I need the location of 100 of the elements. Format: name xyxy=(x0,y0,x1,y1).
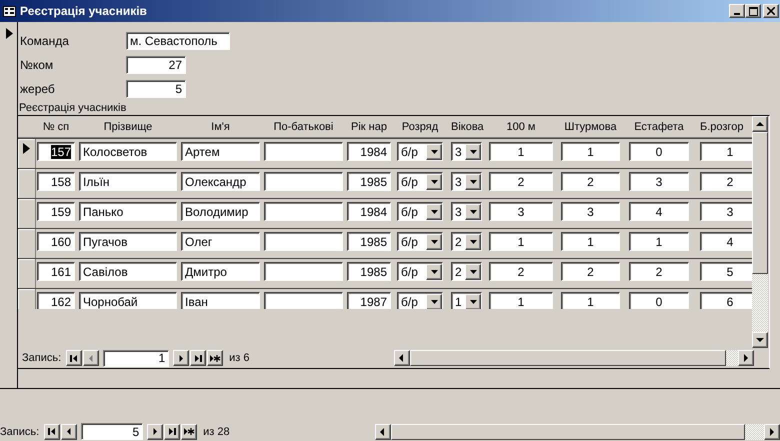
table-cell[interactable]: 160 xyxy=(37,232,75,251)
combo-box[interactable]: б/р xyxy=(397,172,443,191)
record-number-field[interactable]: 5 xyxy=(81,423,144,440)
table-cell[interactable]: 1984 xyxy=(347,142,391,161)
table-cell[interactable]: 159 xyxy=(37,202,75,221)
previous-record-button[interactable] xyxy=(61,424,78,440)
table-cell[interactable]: 4 xyxy=(629,202,689,221)
table-cell[interactable]: 161 xyxy=(37,262,75,281)
table-cell[interactable]: 1 xyxy=(700,142,752,161)
table-cell[interactable] xyxy=(264,262,343,281)
new-record-button[interactable] xyxy=(181,424,198,440)
scroll-up-button[interactable] xyxy=(752,116,768,132)
next-record-button[interactable] xyxy=(147,424,164,440)
table-cell[interactable]: Ільїн xyxy=(79,172,177,191)
combo-box[interactable]: б/р xyxy=(397,202,443,221)
scroll-down-button[interactable] xyxy=(752,332,768,348)
table-cell[interactable]: 2 xyxy=(561,172,620,191)
scroll-left-button[interactable] xyxy=(375,424,391,440)
combo-box[interactable]: 3 xyxy=(451,172,482,191)
table-cell[interactable]: 1 xyxy=(489,232,553,251)
table-cell[interactable]: 3 xyxy=(489,202,553,221)
table-cell[interactable]: Чорнобай xyxy=(79,292,177,309)
table-cell[interactable]: 158 xyxy=(37,172,75,191)
scroll-right-button[interactable] xyxy=(738,350,754,366)
text-field[interactable]: м. Севастополь xyxy=(126,32,230,50)
table-cell[interactable]: 5 xyxy=(700,262,752,281)
scroll-right-button[interactable] xyxy=(764,424,780,440)
table-cell[interactable] xyxy=(264,292,343,309)
table-cell[interactable]: 4 xyxy=(700,232,752,251)
table-cell[interactable]: 0 xyxy=(629,142,689,161)
table-cell[interactable]: Іван xyxy=(181,292,260,309)
scroll-left-button[interactable] xyxy=(394,350,410,366)
combo-box[interactable]: 1 xyxy=(451,292,482,309)
combo-box[interactable]: 3 xyxy=(451,202,482,221)
table-cell[interactable]: 2 xyxy=(700,172,752,191)
table-cell[interactable]: 3 xyxy=(629,172,689,191)
combo-box[interactable]: б/р xyxy=(397,142,443,161)
next-record-button[interactable] xyxy=(173,350,190,366)
table-cell[interactable]: Савілов xyxy=(79,262,177,281)
table-cell[interactable]: Олег xyxy=(181,232,260,251)
table-cell[interactable]: 1984 xyxy=(347,202,391,221)
text-field[interactable]: 27 xyxy=(126,56,186,74)
combo-box[interactable]: 2 xyxy=(451,262,482,281)
minimize-button[interactable] xyxy=(729,4,745,18)
table-cell[interactable]: 1 xyxy=(561,292,620,309)
scrollbar-thumb[interactable] xyxy=(391,424,745,440)
close-button[interactable] xyxy=(763,4,779,18)
table-cell[interactable] xyxy=(264,172,343,191)
table-cell[interactable]: 162 xyxy=(37,292,75,309)
row-selector[interactable] xyxy=(18,139,36,168)
table-cell[interactable]: 1987 xyxy=(347,292,391,309)
combo-box[interactable]: б/р xyxy=(397,292,443,309)
column-header: Ім'я xyxy=(210,120,231,132)
combo-box[interactable]: 3 xyxy=(451,142,482,161)
table-cell[interactable]: 1 xyxy=(561,142,620,161)
table-cell[interactable]: Артем xyxy=(181,142,260,161)
first-record-button[interactable] xyxy=(66,350,82,366)
table-cell[interactable]: 1 xyxy=(629,232,689,251)
table-cell[interactable]: 1 xyxy=(489,292,553,309)
table-cell[interactable]: Олександр xyxy=(181,172,260,191)
table-cell[interactable]: 2 xyxy=(489,172,553,191)
current-record-icon xyxy=(23,143,30,154)
table-cell[interactable]: 157 xyxy=(37,142,75,161)
column-header: Розряд xyxy=(400,120,440,132)
record-number-field[interactable]: 1 xyxy=(103,350,170,366)
table-cell[interactable] xyxy=(264,202,343,221)
column-header: Штурмова xyxy=(563,120,618,132)
table-cell[interactable]: Дмитро xyxy=(181,262,260,281)
left-arrow-icon xyxy=(399,354,405,362)
table-cell[interactable]: 3 xyxy=(700,202,752,221)
maximize-button[interactable] xyxy=(745,4,761,18)
table-cell[interactable]: 2 xyxy=(561,262,620,281)
table-cell[interactable]: 1985 xyxy=(347,172,391,191)
table-cell[interactable]: 2 xyxy=(489,262,553,281)
table-cell[interactable]: Колосветов xyxy=(79,142,177,161)
combo-box[interactable]: б/р xyxy=(397,232,443,251)
table-cell[interactable]: 1 xyxy=(561,232,620,251)
table-cell[interactable]: Панько xyxy=(79,202,177,221)
new-record-button[interactable] xyxy=(207,350,224,366)
current-record-icon xyxy=(6,28,14,39)
table-cell[interactable]: 3 xyxy=(561,202,620,221)
table-cell[interactable]: 1 xyxy=(489,142,553,161)
table-cell[interactable]: Пугачов xyxy=(79,232,177,251)
first-record-button[interactable] xyxy=(44,424,60,440)
scrollbar-thumb[interactable] xyxy=(752,132,768,274)
text-field[interactable]: 5 xyxy=(126,80,186,98)
table-cell[interactable]: 1985 xyxy=(347,262,391,281)
table-cell[interactable]: 2 xyxy=(629,262,689,281)
scrollbar-thumb[interactable] xyxy=(410,350,726,366)
last-record-button[interactable] xyxy=(190,350,206,366)
table-cell[interactable]: 0 xyxy=(629,292,689,309)
scrollbar-track[interactable] xyxy=(726,350,738,366)
combo-box[interactable]: б/р xyxy=(397,262,443,281)
table-cell[interactable] xyxy=(264,142,343,161)
table-cell[interactable] xyxy=(264,232,343,251)
table-cell[interactable]: 6 xyxy=(700,292,752,309)
last-record-button[interactable] xyxy=(164,424,180,440)
combo-box[interactable]: 2 xyxy=(451,232,482,251)
table-cell[interactable]: Володимир xyxy=(181,202,260,221)
table-cell[interactable]: 1985 xyxy=(347,232,391,251)
